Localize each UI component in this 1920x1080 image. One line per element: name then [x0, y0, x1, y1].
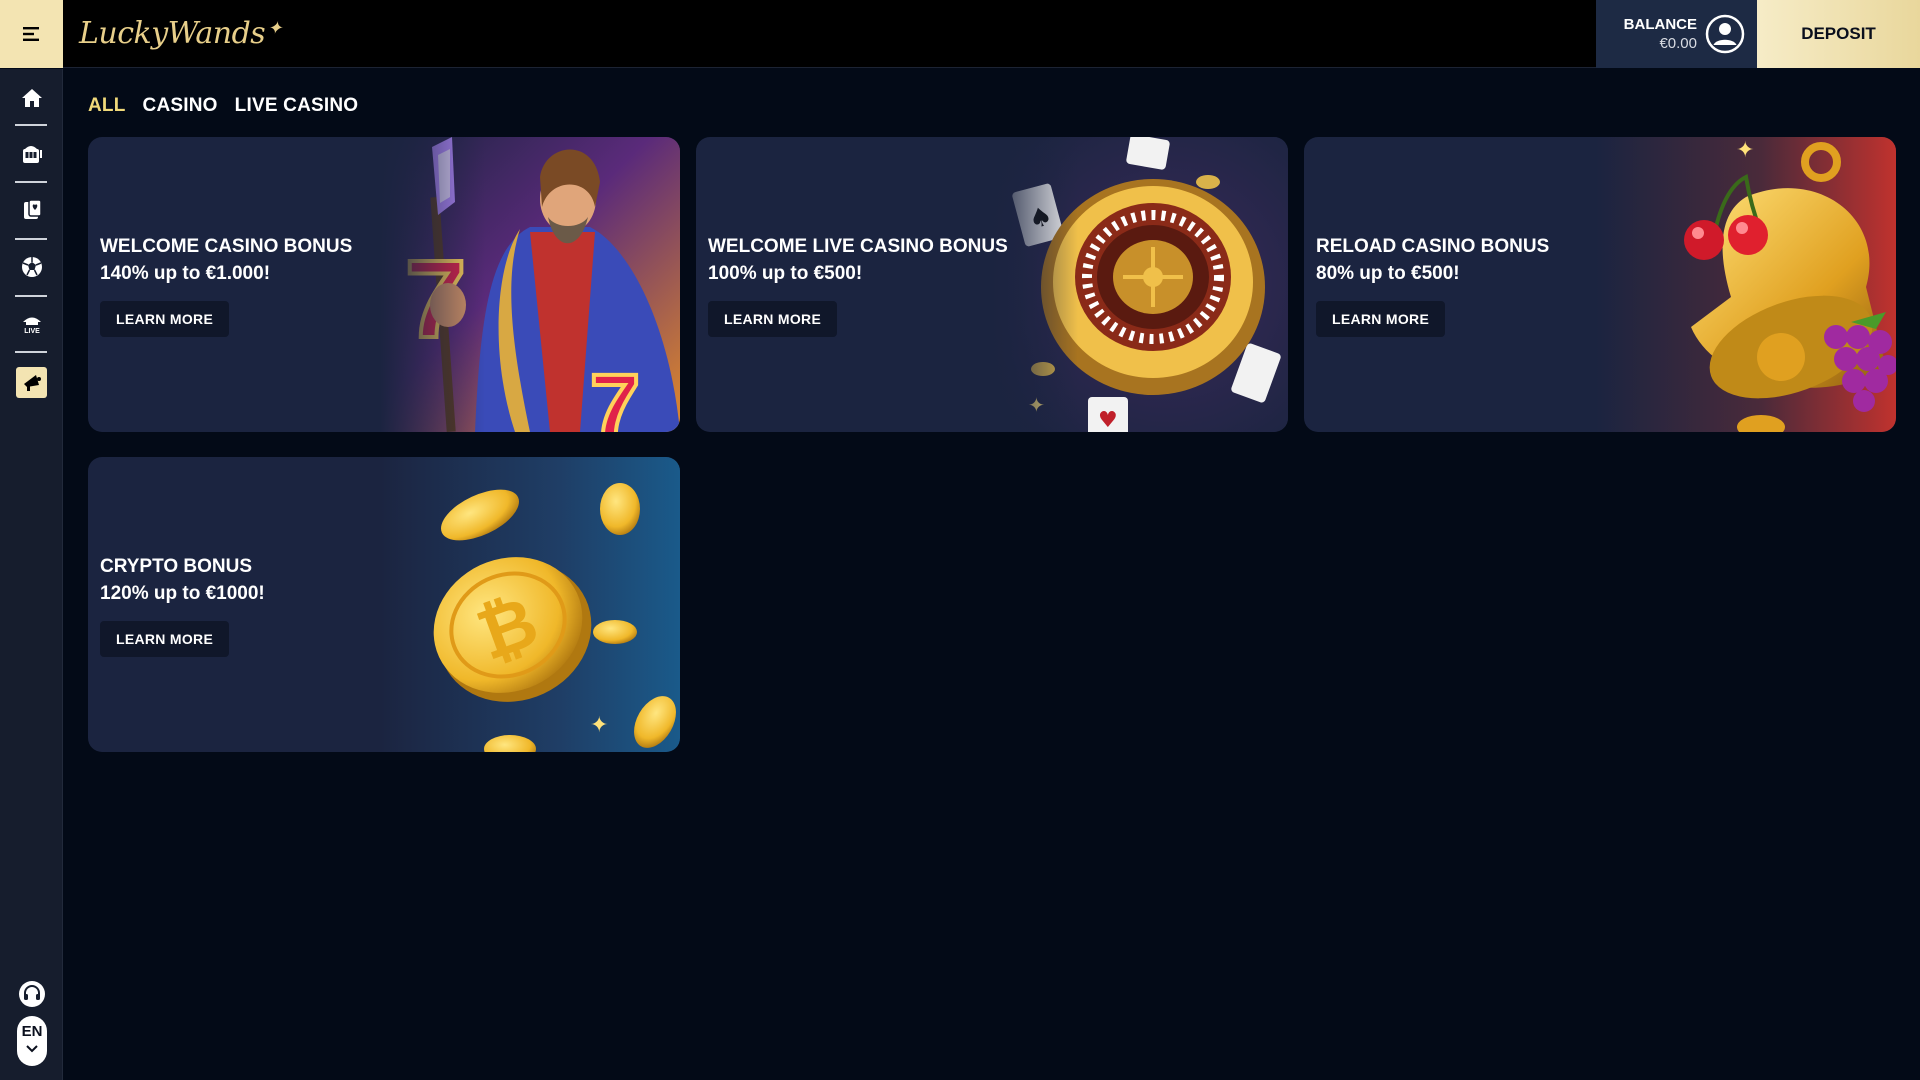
hamburger-icon	[22, 26, 39, 41]
balance-value: €0.00	[1659, 34, 1697, 52]
sidebar-divider	[15, 181, 47, 183]
sidebar-divider	[15, 295, 47, 297]
menu-button[interactable]	[0, 0, 63, 68]
logo-wand-icon: ✦	[267, 18, 282, 39]
tab-all[interactable]: ALL	[88, 95, 126, 117]
tab-live-casino[interactable]: LIVE CASINO	[235, 95, 359, 117]
learn-more-button[interactable]: LEARN MORE	[1316, 301, 1446, 337]
cards-icon	[23, 199, 42, 219]
language-selector[interactable]: EN	[17, 1016, 47, 1066]
user-avatar-icon	[1705, 14, 1745, 53]
learn-more-button[interactable]: LEARN MORE	[100, 301, 230, 337]
svg-text:✦: ✦	[590, 713, 608, 738]
sidebar-item-table-games[interactable]	[0, 190, 63, 230]
sidebar-divider	[15, 351, 47, 353]
logo-text: LuckyWands	[79, 16, 266, 51]
sidebar-item-sports[interactable]	[0, 247, 63, 287]
balance-button[interactable]: BALANCE €0.00	[1596, 0, 1757, 68]
sidebar-divider	[15, 124, 47, 126]
promotion-subtitle: 120% up to €1000!	[100, 583, 265, 604]
promotion-card-reload-casino[interactable]: ✦ RELOAD CASINO BONUS 80% up to €500! LE…	[1304, 137, 1896, 432]
headset-icon	[19, 981, 45, 1007]
promotion-title: CRYPTO BONUS	[100, 556, 253, 577]
support-button[interactable]	[18, 980, 46, 1008]
promotion-subtitle: 80% up to €500!	[1316, 263, 1460, 284]
site-logo[interactable]: LuckyWands ✦	[79, 0, 282, 68]
bell-artwork: ✦	[1596, 137, 1896, 432]
sidebar-item-home[interactable]	[0, 78, 63, 118]
promotion-card-crypto[interactable]: ₿ ✦ CRYPTO BONUS 120% up to €1000! LEARN…	[88, 457, 680, 752]
sidebar: LIVE EN	[0, 69, 63, 1080]
svg-text:✦: ✦	[1736, 138, 1754, 163]
roulette-artwork: ♠ ♥ ✦	[988, 137, 1288, 432]
promotions-megaphone-icon	[23, 375, 41, 391]
soccer-ball-icon	[21, 257, 42, 277]
wizard-artwork: 7 7	[380, 137, 680, 432]
learn-more-button[interactable]: LEARN MORE	[708, 301, 838, 337]
promotion-title: WELCOME CASINO BONUS	[100, 236, 353, 257]
promotion-title: WELCOME LIVE CASINO BONUS	[708, 236, 1008, 257]
promotion-title: RELOAD CASINO BONUS	[1316, 236, 1550, 257]
deposit-button[interactable]: DEPOSIT	[1757, 0, 1920, 68]
promotion-subtitle: 140% up to €1.000!	[100, 263, 271, 284]
top-bar: LuckyWands ✦ BALANCE €0.00 DEPOSIT	[0, 0, 1920, 68]
promotion-category-tabs: ALL CASINO LIVE CASINO	[88, 95, 358, 117]
learn-more-button[interactable]: LEARN MORE	[100, 621, 230, 657]
sidebar-item-live-casino[interactable]: LIVE	[0, 304, 63, 344]
sidebar-item-slots[interactable]	[0, 134, 63, 174]
promotion-card-welcome-live-casino[interactable]: ♠ ♥ ✦ WELCOME LIVE CASINO BONUS 100% up …	[696, 137, 1288, 432]
home-icon	[21, 89, 42, 107]
tab-casino[interactable]: CASINO	[143, 95, 218, 117]
chevron-down-icon	[26, 1045, 38, 1053]
svg-text:LIVE: LIVE	[24, 328, 40, 335]
live-casino-icon: LIVE	[22, 317, 41, 335]
language-code: EN	[21, 1023, 43, 1040]
balance-label: BALANCE	[1623, 15, 1697, 33]
sidebar-item-promotions[interactable]	[0, 362, 63, 402]
bitcoin-coins-artwork: ₿ ✦	[380, 457, 680, 752]
sidebar-divider	[15, 238, 47, 240]
promotion-subtitle: 100% up to €500!	[708, 263, 863, 284]
promotion-card-welcome-casino[interactable]: 7 7 WELCOME CASINO BONUS 140% up to €1.0…	[88, 137, 680, 432]
slot-machine-icon	[22, 146, 42, 163]
